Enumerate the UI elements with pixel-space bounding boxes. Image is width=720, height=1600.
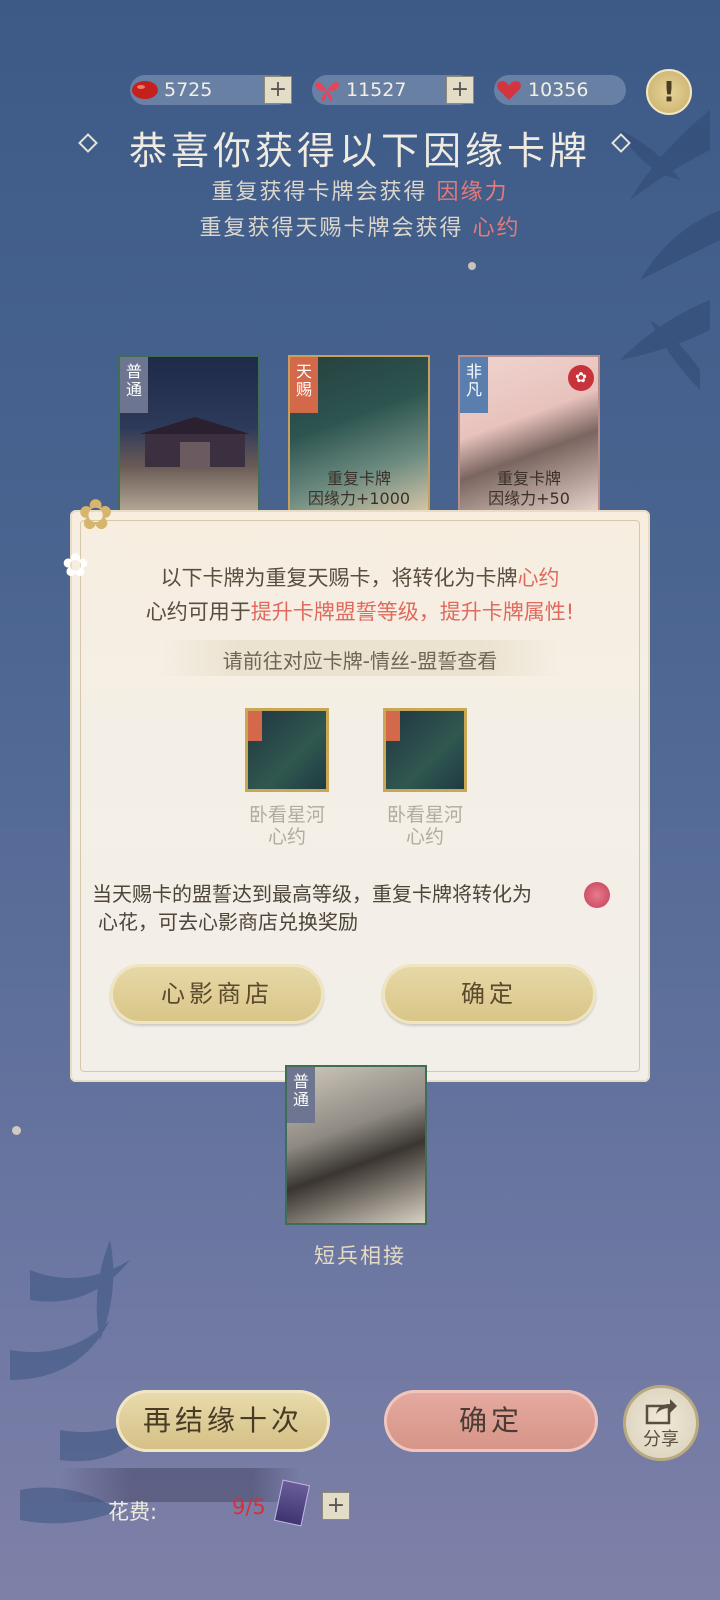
alert-button[interactable]: !	[646, 69, 692, 115]
currency-value: 5725	[164, 79, 213, 101]
share-button[interactable]: 分享	[623, 1385, 699, 1461]
repeat-info: 重复卡牌 因缘力+1000	[307, 469, 411, 508]
converted-card-thumbnail[interactable]	[245, 708, 329, 792]
repeat-card-dialog: ✿ ✿ 以下卡牌为重复天赐卡，将转化为卡牌心约 心约可用于提升卡牌盟誓等级，提升…	[62, 490, 650, 1082]
butterfly-icon	[312, 75, 342, 105]
add-ticket-button[interactable]: +	[322, 1492, 350, 1520]
cost-label: 花费:	[108, 1500, 158, 1524]
palace-illustration	[140, 417, 250, 467]
result-card[interactable]: 普通	[118, 355, 260, 515]
converted-card-thumbnail[interactable]	[383, 708, 467, 792]
result-card[interactable]: 普通	[285, 1065, 427, 1225]
heart-flower-icon	[584, 882, 610, 908]
dialog-confirm-button[interactable]: 确定	[382, 964, 596, 1024]
heart-icon	[494, 75, 524, 105]
share-icon	[645, 1399, 677, 1425]
rarity-tag: 非凡	[460, 357, 488, 413]
rarity-tag: 普通	[287, 1067, 315, 1123]
currency-value: 10356	[528, 79, 589, 101]
draw-ten-again-button[interactable]: 再结缘十次	[116, 1390, 330, 1452]
add-currency-button[interactable]: +	[264, 76, 292, 104]
sparkle-dot	[468, 262, 476, 270]
share-label: 分享	[643, 1429, 679, 1450]
heart-shop-button[interactable]: 心影商店	[110, 964, 324, 1024]
currency-butterfly: 11527 +	[312, 75, 474, 105]
flower-ornament-icon: ✿	[78, 490, 114, 539]
red-bean-icon	[130, 75, 160, 105]
rarity-tag: 天赐	[290, 357, 318, 413]
sparkle-dot	[12, 1126, 21, 1135]
dialog-line-2: 心约可用于提升卡牌盟誓等级，提升卡牌属性!	[145, 600, 575, 624]
subtitle-line-2: 重复获得天赐卡牌会获得 心约	[199, 216, 521, 241]
flower-badge-icon: ✿	[568, 365, 594, 391]
result-card[interactable]: 非凡 ✿ 重复卡牌 因缘力+50	[458, 355, 600, 515]
cost-value: 9/5	[232, 1495, 266, 1519]
converted-card-label: 卧看星河 心约	[386, 804, 463, 848]
rarity-tag	[248, 711, 262, 741]
dialog-line-1: 以下卡牌为重复天赐卡，将转化为卡牌心约	[160, 566, 560, 590]
subtitle-line-1: 重复获得卡牌会获得 因缘力	[211, 180, 509, 205]
converted-card-label: 卧看星河 心约	[248, 804, 325, 848]
card-name: 短兵相接	[314, 1244, 406, 1268]
currency-heart: 10356	[494, 75, 626, 105]
dialog-hint: 请前往对应卡牌-情丝-盟誓查看	[222, 649, 498, 673]
currency-red-bean: 5725 +	[130, 75, 292, 105]
rarity-tag: 普通	[120, 357, 148, 413]
repeat-info: 重复卡牌 因缘力+50	[488, 469, 570, 508]
currency-value: 11527	[346, 79, 407, 101]
rarity-tag	[386, 711, 400, 741]
confirm-button[interactable]: 确定	[384, 1390, 598, 1452]
dialog-note: 当天赐卡的盟誓达到最高等级，重复卡牌将转化为 心花，可去心影商店兑换奖励	[92, 882, 532, 934]
page-title: 恭喜你获得以下因缘卡牌	[128, 129, 591, 173]
result-card[interactable]: 天赐 重复卡牌 因缘力+1000	[288, 355, 430, 515]
add-currency-button[interactable]: +	[446, 76, 474, 104]
